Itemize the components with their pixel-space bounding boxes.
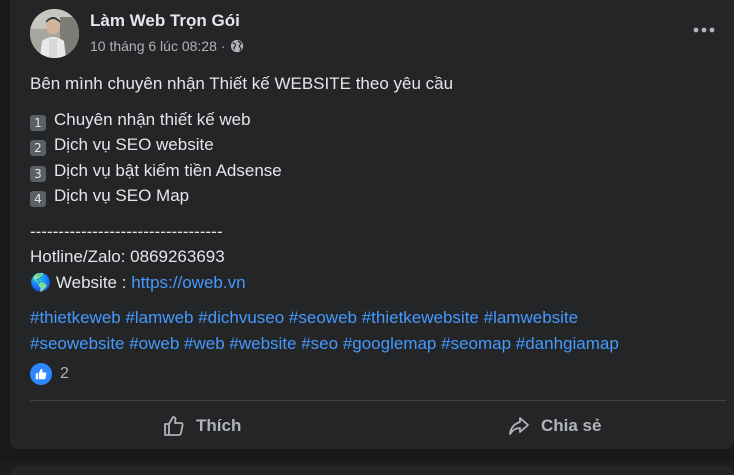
keycap-4-icon: 4 [30,191,46,207]
service-text: Dịch vụ bật kiếm tiền Adsense [54,160,282,180]
post-card: Làm Web Trọn Gói 10 tháng 6 lúc 08:28 · … [10,0,734,449]
keycap-2-icon: 2 [30,140,46,156]
service-text: Dịch vụ SEO Map [54,186,190,205]
hashtags-line-1[interactable]: #thietkeweb #lamweb #dichvuseo #seoweb #… [30,305,619,331]
author-avatar[interactable] [30,9,79,58]
website-label: Website : [55,272,132,292]
share-arrow-icon [509,417,529,435]
like-label: Thích [196,416,242,435]
globe-icon[interactable] [230,39,244,53]
author-name[interactable]: Làm Web Trọn Gói [90,11,240,31]
website-link[interactable]: https://oweb.vn [131,273,245,292]
website-line: 🌎 Website : https://oweb.vn [30,270,619,296]
post-meta: 10 tháng 6 lúc 08:28 · [90,38,244,54]
dash-separator: ---------------------------------- [30,221,223,241]
globe-emoji-icon: 🌎 [30,272,52,292]
service-item: 2 Dịch vụ SEO website [30,132,619,158]
reaction-count: 2 [60,365,69,382]
post-timestamp[interactable]: 10 tháng 6 lúc 08:28 [90,38,217,54]
share-button[interactable]: Chia sẻ [507,410,601,442]
meta-separator: · [220,38,226,54]
hashtags-line-2[interactable]: #seowebsite #oweb #web #website #seo #go… [30,331,619,357]
post-intro: Bên mình chuyên nhận Thiết kế WEBSITE th… [30,74,454,93]
service-text: Dịch vụ SEO website [54,135,214,154]
service-item: 4 Dịch vụ SEO Map [30,183,619,209]
thumbs-up-icon [164,416,184,436]
service-item: 3 Dịch vụ bật kiếm tiền Adsense [30,158,619,184]
next-post-card-edge [10,466,734,475]
post-body: Bên mình chuyên nhận Thiết kế WEBSITE th… [30,71,619,356]
like-button[interactable]: Thích [162,410,241,442]
avatar-photo [30,9,79,58]
service-item: 1 Chuyên nhận thiết kế web [30,107,619,133]
more-options-icon[interactable] [692,22,716,38]
hotline-text: Hotline/Zalo: 0869263693 [30,247,225,266]
keycap-1-icon: 1 [30,114,46,131]
reactions-summary[interactable]: 2 [30,363,69,385]
actions-divider [30,400,726,401]
like-reaction-icon [30,363,52,385]
keycap-3-icon: 3 [30,165,46,182]
share-label: Chia sẻ [541,416,602,435]
service-text: Chuyên nhận thiết kế web [54,109,251,129]
